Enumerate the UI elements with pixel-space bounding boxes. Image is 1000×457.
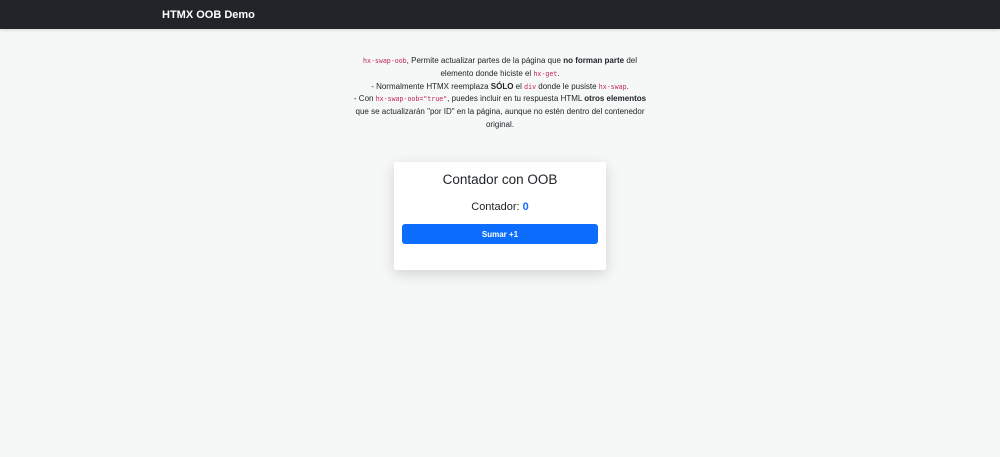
code: hx-swap [598,82,627,91]
text: donde le pusiste [536,81,599,91]
navbar-brand[interactable]: HTMX OOB Demo [162,9,255,21]
navbar: HTMX OOB Demo [0,0,1000,29]
text: que se actualizarán "por ID" en la págin… [355,107,645,117]
counter: Contador: 0 [394,201,606,213]
text: , Permite actualizar partes de la página… [406,56,564,65]
code: hx-get [533,69,558,78]
counter-value: 0 [522,201,529,213]
description: hx-swap-oob, Permite actualizar partes d… [330,55,670,132]
code: hx-swap-oob [362,57,407,65]
text: elemento donde hiciste el [440,68,534,78]
counter-label: Contador: [471,201,523,213]
text-bold: no forman parte [563,56,625,65]
card-title: Contador con OOB [442,172,558,187]
text: del [624,56,638,65]
text: , puedes incluir en tu respuesta HTML [447,94,585,104]
text: el [513,81,525,91]
add-one-button[interactable]: Sumar +1 [402,224,598,244]
text: original. [485,119,514,129]
text: . [626,81,629,91]
text-bold: SÓLO [490,81,514,91]
text: . [557,68,560,78]
code: hx-swap-oob="true" [375,95,448,104]
text: - Normalmente HTMX reemplaza [371,81,491,91]
text-bold: otros elementos [584,94,647,104]
text: - Con [353,94,376,104]
counter-card: Contador con OOB Contador: 0 Sumar +1 [394,162,606,270]
code: div [524,82,537,91]
